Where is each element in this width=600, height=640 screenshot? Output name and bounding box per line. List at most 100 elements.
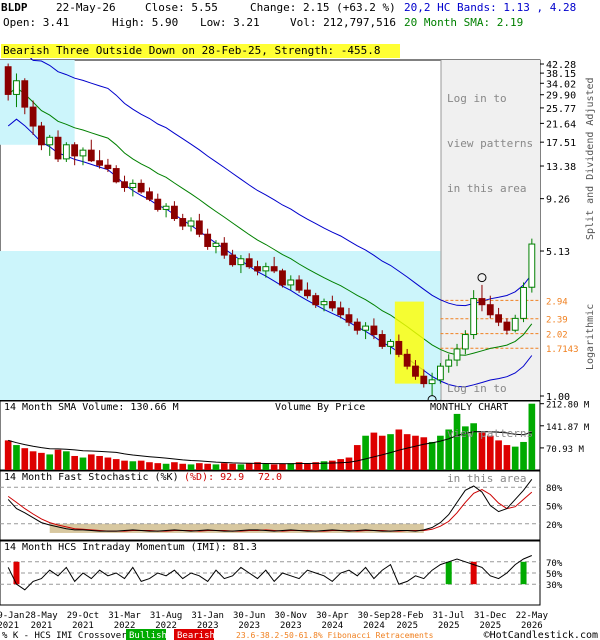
pattern-banner[interactable]: Bearish Three Outside Down on 28-Feb-25,… [1, 44, 400, 58]
candle-body [287, 279, 295, 286]
price-tick-label: 29.90 [546, 91, 576, 102]
copyright: ©HotCandlestick.com [484, 630, 598, 640]
x-axis-label: 30-Apr [316, 611, 349, 621]
volume-bar [162, 463, 170, 470]
candle-body [204, 233, 212, 247]
price-tick-label: 25.77 [546, 104, 576, 115]
price-tick-label: 17.51 [546, 138, 576, 149]
volume-bar [71, 455, 78, 470]
candle-body [179, 218, 187, 227]
volume-bar [112, 459, 120, 470]
volume-bar [329, 460, 336, 470]
hc-bands-legend: 20,2 HC Bands: 1.13 , 4.28 [404, 1, 577, 14]
sma-legend: 20 Month SMA: 2.19 [404, 16, 524, 29]
candle-body [129, 182, 137, 189]
volume-bar [220, 463, 228, 470]
volume-bar [129, 461, 137, 470]
volume-bar [13, 445, 20, 470]
candle-body [495, 314, 503, 323]
imi-tick-label: 70% [546, 559, 563, 569]
x-axis-label: 31-Jan [191, 611, 224, 621]
stoch-k-label: 72.0 [258, 472, 282, 483]
volume-bar [21, 448, 29, 470]
candle-body [345, 314, 353, 323]
login-line: Log in to [447, 92, 507, 105]
login-prompt-top[interactable]: Log in to view patterns in this area [447, 61, 533, 211]
volume-bar [96, 455, 103, 470]
stoch-tick-label: 20% [546, 521, 563, 531]
candle-body [229, 254, 237, 266]
candle-body [328, 301, 336, 309]
candle-body [412, 365, 419, 377]
change-value: Change: 2.15 (+63.2 %) [250, 1, 396, 14]
volume-bar [403, 434, 411, 470]
candle-body [254, 266, 261, 272]
volume-bar [179, 463, 187, 470]
volume-tick-label: 141.87 M [546, 423, 590, 433]
x-axis-label: 29-Jan [0, 611, 24, 621]
fib-legend: 23.6-38.2-50-61.8% Fibonacci Retracement… [236, 631, 434, 640]
candle-body [428, 379, 436, 385]
crossover-bar [445, 561, 452, 585]
stoch-panel-label: 14 Month Fast Stochastic (%K) [4, 472, 179, 483]
volume-bar [29, 451, 37, 470]
stoch-tick-label: 50% [546, 503, 563, 513]
login-line: view patterns [447, 427, 534, 440]
right-axis-label: Split and Dividend Adjusted [585, 77, 596, 240]
candle-body [353, 321, 361, 331]
price-tick-label: 5.13 [546, 247, 570, 258]
volume-bar [279, 463, 286, 470]
candle-body [121, 181, 128, 189]
login-prompt-bottom[interactable]: Log in to view patterns in this area [447, 351, 533, 501]
volume-bar [345, 457, 353, 470]
candle-body [62, 144, 70, 160]
price-tick-label: 34.02 [546, 79, 576, 90]
crossover-bar [520, 561, 527, 585]
right-axis-label: Logarithmic [585, 304, 596, 370]
candle-body [436, 365, 444, 381]
quote-date: 22-May-26 [56, 1, 116, 14]
x-axis-label: 2021 [31, 621, 53, 631]
open-value: Open: 3.41 [3, 16, 70, 29]
volume-panel-label: 14 Month SMA Volume: 130.66 M [4, 402, 179, 413]
bullish-label: Bullish [129, 631, 167, 640]
candle-body [79, 149, 87, 157]
candle-body [71, 144, 79, 157]
x-axis-label: 31-Mar [108, 611, 141, 621]
volume-bar [38, 452, 45, 470]
candle-body [370, 325, 378, 336]
x-axis-label: 2024 [322, 621, 344, 631]
volume-bar [63, 451, 70, 470]
volume-bar [320, 461, 328, 470]
candle-body [245, 258, 253, 268]
fib-label: 2.94 [546, 297, 568, 307]
candle-body [112, 168, 120, 183]
candle-body [279, 270, 286, 286]
candle-body [170, 205, 178, 220]
volume-bar [420, 437, 428, 470]
candle-body [262, 266, 270, 272]
volume-bar [337, 459, 344, 470]
volume-bar [171, 462, 178, 470]
volume-bar [353, 445, 361, 470]
x-axis-label: 2023 [280, 621, 302, 631]
x-axis-label: 2021 [0, 621, 19, 631]
candle-body [320, 301, 328, 306]
volume-tick-label: 70.93 M [546, 445, 585, 455]
volume-bar [79, 457, 87, 470]
volume-bar [104, 457, 112, 470]
x-axis-label: 22-May [516, 611, 549, 621]
candle-body [104, 164, 112, 170]
candle-body [195, 220, 203, 235]
x-axis-label: 2021 [72, 621, 94, 631]
ticker-symbol: BLDP [1, 1, 28, 14]
volume-bar [245, 463, 253, 470]
price-tick-label: 21.64 [546, 119, 576, 130]
candle-body [378, 334, 386, 347]
high-value: High: 5.90 [112, 16, 179, 29]
x-axis-label: 30-Sep [358, 611, 391, 621]
x-axis-label: 31-Jul [432, 611, 465, 621]
x-axis-label: 29-Oct [67, 611, 100, 621]
volume-bar [137, 460, 145, 470]
candle-body [87, 149, 95, 162]
